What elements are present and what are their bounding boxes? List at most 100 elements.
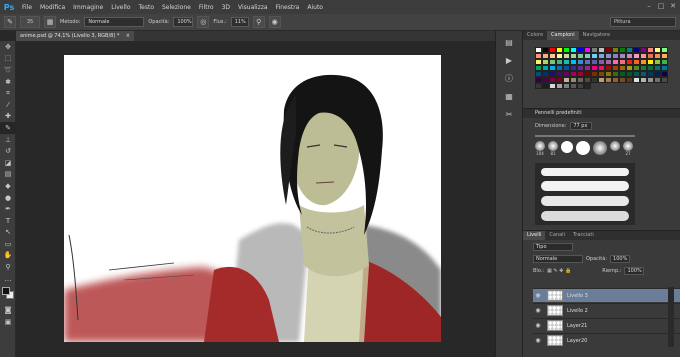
tool-presets-panel-icon[interactable]: ✂ — [500, 107, 518, 121]
color-swatch[interactable] — [633, 77, 640, 83]
color-swatch[interactable] — [549, 83, 556, 89]
close-icon[interactable]: ✕ — [668, 1, 678, 11]
lasso-tool-icon[interactable]: ➰ — [0, 64, 16, 76]
history-brush-tool-icon[interactable]: ↺ — [0, 145, 16, 157]
brush-tip[interactable]: 104 — [535, 141, 545, 156]
type-tool-icon[interactable]: T — [0, 215, 16, 227]
hand-tool-icon[interactable]: ✋ — [0, 250, 16, 262]
menu-visualizza[interactable]: Visualizza — [234, 4, 272, 11]
tab-tracciati[interactable]: Tracciati — [569, 231, 598, 240]
menu-file[interactable]: File — [18, 4, 36, 11]
brush-tip[interactable] — [561, 141, 573, 153]
layers-scrollbar[interactable] — [668, 287, 674, 347]
more-tools-icon[interactable]: … — [0, 273, 16, 285]
brush-tip[interactable] — [593, 141, 607, 155]
menu-finestra[interactable]: Finestra — [272, 4, 304, 11]
brush-tip[interactable] — [610, 141, 620, 151]
tab-colore[interactable]: Colore — [523, 31, 547, 40]
actions-panel-icon[interactable]: ▶ — [500, 53, 518, 67]
eye-icon[interactable]: ◉ — [533, 322, 543, 329]
opacity-field[interactable]: 100% — [173, 17, 194, 27]
color-swatch[interactable] — [598, 77, 605, 83]
color-swatch[interactable] — [570, 83, 577, 89]
tab-canali[interactable]: Canali — [545, 231, 569, 240]
color-swatch[interactable] — [612, 77, 619, 83]
color-swatch[interactable] — [535, 83, 542, 89]
color-swatch[interactable] — [584, 83, 591, 89]
brush-panel-toggle-icon[interactable]: ▦ — [44, 16, 56, 28]
menu-testo[interactable]: Testo — [135, 4, 159, 11]
close-tab-icon[interactable]: × — [126, 31, 130, 41]
eye-icon[interactable]: ◉ — [533, 337, 543, 344]
brush-tip[interactable]: 81 — [548, 141, 558, 156]
color-swatch[interactable] — [654, 77, 661, 83]
dimension-slider[interactable] — [535, 135, 635, 137]
color-swatch[interactable] — [605, 77, 612, 83]
menu-selezione[interactable]: Selezione — [158, 4, 195, 11]
color-swatch[interactable] — [577, 83, 584, 89]
eyedropper-tool-icon[interactable]: ⁄ — [0, 99, 16, 111]
healing-brush-tool-icon[interactable]: ✚ — [0, 111, 16, 123]
layer-row[interactable]: ◉ Layer21 — [533, 318, 680, 332]
document-canvas[interactable] — [64, 55, 441, 342]
fill-field[interactable]: 100% — [624, 267, 645, 275]
document-tab[interactable]: anime.psd @ 74,1% (Livello 3, RGB/8) * × — [16, 31, 134, 41]
brush-tip[interactable] — [576, 141, 590, 155]
layer-kind-filter[interactable]: Tipo — [533, 243, 573, 251]
tab-campioni[interactable]: Campioni — [547, 31, 579, 40]
color-swatch[interactable] — [647, 77, 654, 83]
mode-select[interactable]: Normale — [84, 17, 145, 27]
dodge-tool-icon[interactable]: ● — [0, 192, 16, 204]
pen-tool-icon[interactable]: ✒ — [0, 203, 16, 215]
eye-icon[interactable]: ◉ — [533, 292, 543, 299]
marquee-tool-icon[interactable]: ⬚ — [0, 53, 16, 65]
brush-tool-icon[interactable]: ✎ — [4, 16, 16, 28]
crop-tool-icon[interactable]: ⌗ — [0, 87, 16, 99]
zoom-tool-icon[interactable]: ⚲ — [0, 261, 16, 273]
shape-tool-icon[interactable]: ▭ — [0, 238, 16, 250]
brush-stroke-previews[interactable] — [535, 163, 635, 225]
menu-aiuto[interactable]: Aiuto — [303, 4, 327, 11]
gradient-tool-icon[interactable]: ▤ — [0, 169, 16, 181]
layer-row[interactable]: ◉ Livello 2 — [533, 303, 680, 317]
menu-modifica[interactable]: Modifica — [36, 4, 69, 11]
maximize-icon[interactable]: □ — [656, 1, 666, 11]
color-swatch[interactable] — [563, 83, 570, 89]
minimize-icon[interactable]: – — [644, 1, 654, 11]
color-swatch[interactable] — [619, 77, 626, 83]
flow-field[interactable]: 11% — [230, 17, 249, 27]
color-swatch[interactable] — [626, 77, 633, 83]
workspace-select[interactable]: Pittura — [610, 17, 676, 27]
pressure-opacity-icon[interactable]: ◎ — [197, 16, 210, 28]
color-swatch[interactable] — [542, 83, 549, 89]
airbrush-icon[interactable]: ⚲ — [252, 16, 265, 28]
blur-tool-icon[interactable]: ◆ — [0, 180, 16, 192]
menu-livello[interactable]: Livello — [107, 4, 134, 11]
eraser-tool-icon[interactable]: ◪ — [0, 157, 16, 169]
pressure-size-icon[interactable]: ◉ — [268, 16, 281, 28]
color-swatches[interactable] — [0, 284, 15, 304]
tab-livelli[interactable]: Livelli — [523, 231, 546, 240]
path-selection-tool-icon[interactable]: ↖ — [0, 227, 16, 239]
screen-mode-icon[interactable]: ▣ — [0, 316, 16, 328]
eye-icon[interactable]: ◉ — [533, 307, 543, 314]
layers-opacity-field[interactable]: 100% — [610, 255, 631, 263]
brush-settings-panel-icon[interactable]: ▦ — [500, 89, 518, 103]
blend-mode-select[interactable]: Normale — [533, 255, 583, 263]
foreground-color[interactable] — [2, 287, 10, 296]
color-swatch[interactable] — [661, 77, 668, 83]
color-swatch[interactable] — [556, 83, 563, 89]
layer-row[interactable]: ◉ Livello 3 — [533, 288, 680, 302]
color-swatch[interactable] — [640, 77, 647, 83]
dimension-field[interactable]: 77 px — [570, 122, 593, 130]
menu-immagine[interactable]: Immagine — [69, 4, 107, 11]
color-swatch[interactable] — [591, 77, 598, 83]
info-panel-icon[interactable]: ⓘ — [500, 71, 518, 85]
menu-filtro[interactable]: Filtro — [195, 4, 218, 11]
move-tool-icon[interactable]: ✥ — [0, 41, 16, 53]
brush-tip[interactable]: 27 — [623, 141, 633, 156]
brush-tool-icon[interactable]: ✎ — [0, 122, 16, 134]
layer-row[interactable]: ◉ Layer20 — [533, 333, 680, 347]
clone-stamp-tool-icon[interactable]: ⊥ — [0, 134, 16, 146]
quick-selection-tool-icon[interactable]: ✱ — [0, 76, 16, 88]
